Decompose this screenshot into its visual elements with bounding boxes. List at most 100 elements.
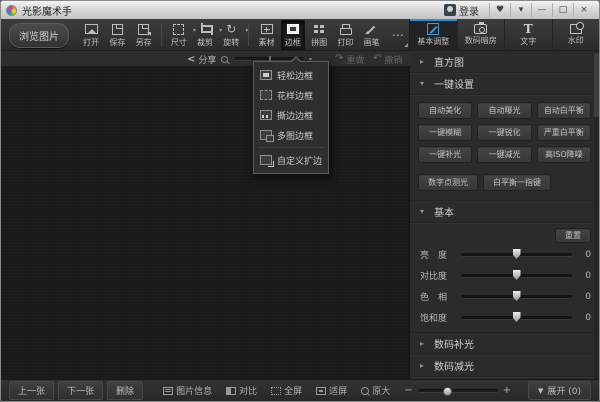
redo-button[interactable]: ↷ 重做 bbox=[335, 51, 364, 67]
onekey-fill-light-button[interactable]: 一键补光 bbox=[418, 146, 473, 163]
edit-square-icon bbox=[427, 23, 440, 35]
more-tools-button[interactable]: ⋯ bbox=[386, 20, 410, 50]
undo-button[interactable]: ↶ 撤销 bbox=[373, 51, 402, 67]
menu-item-multi-image-frame[interactable]: 多图边框 bbox=[254, 125, 328, 145]
zoom-slider-handle[interactable] bbox=[443, 386, 453, 396]
previous-image-button[interactable]: 上一张 bbox=[9, 381, 55, 400]
next-image-button[interactable]: 下一张 bbox=[58, 381, 104, 400]
material-button[interactable]: 素材 bbox=[254, 20, 278, 50]
auto-beautify-button[interactable]: 自动美化 bbox=[418, 102, 473, 119]
onekey-blur-button[interactable]: 一键模糊 bbox=[418, 124, 473, 141]
top-strip: 浏览图片 打开 保存 另存 尺寸 ▾ 裁剪 ▾ ↻ 旋转 ▾ 素材 边框 拼图 … bbox=[1, 19, 599, 51]
open-button[interactable]: 打开 bbox=[79, 20, 103, 50]
print-button[interactable]: 打印 bbox=[333, 20, 357, 50]
image-info-icon bbox=[163, 386, 174, 395]
save-as-button[interactable]: 另存 bbox=[131, 20, 155, 50]
more-triangle-icon bbox=[404, 43, 409, 47]
heart-icon: ♥ bbox=[495, 5, 505, 15]
view-zoom-control: − + bbox=[404, 385, 511, 396]
save-icon bbox=[111, 23, 123, 35]
white-balance-one-touch-button[interactable]: 白平衡一指键 bbox=[483, 174, 551, 191]
slider-handle[interactable] bbox=[512, 291, 521, 301]
compare-icon bbox=[226, 386, 237, 395]
material-icon bbox=[260, 24, 273, 34]
image-canvas[interactable] bbox=[1, 68, 411, 381]
app-logo-icon bbox=[6, 4, 17, 16]
tab-text[interactable]: T 文字 bbox=[505, 19, 553, 51]
minimize-button[interactable]: — bbox=[531, 3, 552, 17]
crop-button[interactable]: 裁剪 ▾ bbox=[193, 20, 222, 50]
basic-sliders-block: 重置 亮 度 0 对比度 0 色 相 0 饱和度 0 bbox=[410, 223, 599, 333]
fit-screen-icon bbox=[316, 386, 327, 395]
frame-button[interactable]: 边框 bbox=[280, 20, 306, 50]
hue-slider[interactable] bbox=[461, 291, 572, 301]
section-histogram[interactable]: ▸ 直方图 bbox=[410, 51, 599, 73]
menu-item-easy-frame[interactable]: 轻松边框 bbox=[254, 65, 328, 85]
high-iso-denoise-button[interactable]: 高ISO降噪 bbox=[536, 146, 591, 163]
digital-spot-metering-button[interactable]: 数字点测光 bbox=[418, 174, 478, 191]
login-button[interactable]: 登录 bbox=[444, 3, 479, 18]
menu-item-torn-edge-frame[interactable]: 撕边边框 bbox=[254, 105, 328, 125]
delete-image-button[interactable]: 删除 bbox=[107, 381, 144, 400]
crop-icon bbox=[199, 23, 214, 35]
reset-button[interactable]: 重置 bbox=[555, 228, 591, 243]
menu-item-pattern-frame[interactable]: 花样边框 bbox=[254, 85, 328, 105]
share-button[interactable]: < 分享 bbox=[187, 51, 216, 67]
saturation-slider[interactable] bbox=[461, 312, 572, 322]
close-button[interactable]: × bbox=[573, 3, 594, 17]
contrast-slider[interactable] bbox=[461, 270, 572, 280]
browse-images-button[interactable]: 浏览图片 bbox=[9, 22, 69, 48]
onekey-dim-light-button[interactable]: 一键减光 bbox=[477, 146, 532, 163]
auto-white-balance-button[interactable]: 自动白平衡 bbox=[536, 102, 591, 119]
section-onekey-settings[interactable]: ▾ 一键设置 bbox=[410, 73, 599, 95]
resize-button[interactable]: 尺寸 ▾ bbox=[167, 20, 196, 50]
zoom-in-icon[interactable]: + bbox=[503, 385, 511, 396]
close-icon: × bbox=[580, 5, 588, 15]
section-digital-dim-light[interactable]: ▸ 数码减光 bbox=[410, 355, 599, 377]
contrast-slider-row: 对比度 0 bbox=[420, 270, 591, 282]
fullscreen-button[interactable]: 全屏 bbox=[271, 384, 302, 397]
brightness-slider[interactable] bbox=[461, 249, 572, 259]
rotate-button[interactable]: ↻ 旋转 ▾ bbox=[219, 20, 248, 50]
contrast-value: 0 bbox=[585, 270, 591, 281]
menu-item-custom-expand-edge[interactable]: 自定义扩边 bbox=[254, 150, 328, 170]
main-menu-button[interactable]: ▾ bbox=[510, 3, 531, 17]
view-zoom-slider[interactable] bbox=[417, 386, 498, 396]
brush-icon bbox=[365, 23, 378, 36]
panel-scrollbar[interactable] bbox=[594, 51, 599, 379]
brush-button[interactable]: 画笔 bbox=[360, 20, 384, 50]
text-icon: T bbox=[523, 22, 533, 36]
collage-button[interactable]: 拼图 bbox=[307, 20, 331, 50]
tab-watermark[interactable]: 水印 bbox=[553, 19, 600, 51]
fit-screen-button[interactable]: 适屏 bbox=[316, 384, 347, 397]
frame-icon bbox=[286, 24, 299, 34]
collapse-arrow-icon: ▸ bbox=[420, 57, 425, 66]
original-size-button[interactable]: 原大 bbox=[361, 384, 390, 397]
share-icon: < bbox=[187, 53, 196, 65]
skin-button[interactable]: ♥ bbox=[489, 3, 510, 17]
expand-arrow-icon: ▼ bbox=[537, 386, 544, 395]
print-icon bbox=[339, 23, 353, 35]
compare-button[interactable]: 对比 bbox=[226, 384, 257, 397]
save-button[interactable]: 保存 bbox=[105, 20, 129, 50]
more-icon: ⋯ bbox=[391, 28, 404, 42]
expand-filmstrip-button[interactable]: ▼ 展开 (0) bbox=[527, 381, 591, 400]
rotate-dropdown-arrow-icon[interactable]: ▾ bbox=[245, 27, 248, 34]
onekey-sharpen-button[interactable]: 一键锐化 bbox=[477, 124, 532, 141]
image-info-button[interactable]: 图片信息 bbox=[163, 384, 212, 397]
slider-handle[interactable] bbox=[512, 312, 521, 322]
tab-basic-adjust[interactable]: 基本调整 bbox=[410, 19, 458, 51]
saturation-slider-row: 饱和度 0 bbox=[420, 312, 591, 324]
brightness-value: 0 bbox=[585, 249, 591, 260]
slider-handle[interactable] bbox=[512, 249, 521, 259]
maximize-button[interactable]: □ bbox=[552, 3, 573, 17]
auto-exposure-button[interactable]: 自动曝光 bbox=[477, 102, 532, 119]
section-basic[interactable]: ▾ 基本 bbox=[410, 201, 599, 223]
section-digital-fill-light[interactable]: ▸ 数码补光 bbox=[410, 333, 599, 355]
user-avatar-icon bbox=[444, 4, 456, 16]
zoom-out-icon[interactable]: − bbox=[404, 385, 412, 396]
tab-digital-darkroom[interactable]: 数码暗房 bbox=[458, 19, 505, 51]
severe-white-balance-button[interactable]: 严重白平衡 bbox=[536, 124, 591, 141]
slider-handle[interactable] bbox=[512, 270, 521, 280]
scrollbar-thumb[interactable] bbox=[594, 53, 599, 117]
